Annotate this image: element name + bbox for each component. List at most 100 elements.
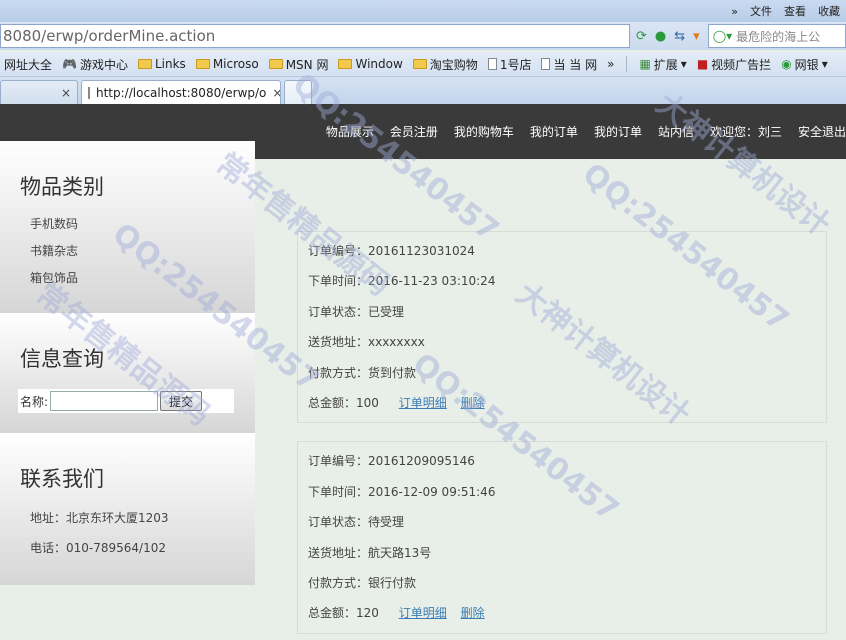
new-tab-button[interactable] bbox=[284, 80, 312, 104]
order-payment: 付款方式：货到付款 bbox=[308, 365, 417, 380]
favorite-label: 网址大全 bbox=[4, 57, 53, 72]
tab-previous[interactable]: × bbox=[0, 80, 78, 104]
divider bbox=[626, 56, 628, 72]
category-title: 物品类别 bbox=[20, 175, 104, 199]
contact-title: 联系我们 bbox=[20, 467, 104, 491]
favorite-item[interactable]: MSN 网 bbox=[268, 56, 329, 73]
menu-view[interactable]: 查看 bbox=[784, 3, 806, 19]
order-time: 下单时间：2016-11-23 03:10:24 bbox=[308, 274, 496, 289]
nav-cart[interactable]: 我的购物车 bbox=[454, 123, 514, 140]
address-input[interactable]: 8080/erwp/orderMine.action bbox=[0, 24, 630, 48]
folder-icon bbox=[137, 59, 152, 69]
order-payment: 付款方式：银行付款 bbox=[308, 575, 417, 590]
favorite-label: Microso bbox=[212, 57, 259, 71]
order-total-row: 总金额：120 订单明细 删除 bbox=[308, 598, 816, 628]
category-item[interactable]: 手机数码 bbox=[0, 211, 255, 238]
query-form: 名称: 提交 bbox=[18, 389, 234, 413]
back-forward-icon[interactable]: ⇆ bbox=[674, 29, 685, 44]
nav-welcome: 欢迎您：刘三 bbox=[709, 125, 782, 139]
contact-address: 地址：北京东环大厦1203 bbox=[30, 511, 169, 525]
bank-button[interactable]: ◉ 网银 ▾ bbox=[781, 56, 828, 73]
toolbar-label: 视频广告拦 bbox=[711, 57, 772, 72]
nav-logout[interactable]: 安全退出 bbox=[798, 123, 846, 140]
query-label: 名称: bbox=[20, 394, 49, 409]
video-icon: ■ bbox=[696, 57, 709, 71]
nav-my-orders-2[interactable]: 我的订单 bbox=[594, 123, 642, 140]
favorites-more-icon[interactable]: » bbox=[607, 57, 614, 71]
favorite-item[interactable]: 淘宝购物 bbox=[412, 56, 478, 73]
browser-menubar: » 文件 查看 收藏 bbox=[0, 0, 846, 22]
favorite-label: Window bbox=[355, 57, 403, 71]
favorite-item[interactable]: 网址大全 bbox=[4, 56, 52, 73]
refresh-icon[interactable]: ⟳ bbox=[636, 29, 647, 44]
tab-strip: × http://localhost:8080/erwp/o × bbox=[0, 77, 846, 104]
order-list: 订单编号：20161123031024 下单时间：2016-11-23 03:1… bbox=[297, 231, 827, 640]
favorite-label: 游戏中心 bbox=[79, 57, 128, 72]
menu-favorites[interactable]: 收藏 bbox=[818, 3, 840, 19]
category-item[interactable]: 箱包饰品 bbox=[0, 265, 255, 292]
page-icon bbox=[88, 86, 90, 99]
folder-icon bbox=[412, 59, 427, 69]
category-item[interactable]: 书籍杂志 bbox=[0, 238, 255, 265]
favorite-item[interactable]: 当 当 网 bbox=[541, 56, 597, 73]
order-status: 订单状态：已受理 bbox=[308, 304, 405, 319]
favorite-item[interactable]: Links bbox=[137, 57, 186, 71]
extensions-button[interactable]: ▦ 扩展 ▾ bbox=[639, 56, 686, 73]
favorite-label: 1号店 bbox=[499, 57, 532, 72]
folder-icon bbox=[195, 59, 210, 69]
gamepad-icon: 🎮 bbox=[62, 57, 77, 71]
order-detail-link[interactable]: 订单明细 bbox=[399, 606, 447, 620]
contact-panel: 联系我们 地址：北京东环大厦1203 电话：010-789564/102 bbox=[0, 433, 255, 585]
order-total-row: 总金额：100 订单明细 删除 bbox=[308, 388, 816, 418]
favorite-label: MSN 网 bbox=[285, 57, 329, 72]
search-text: 最危险的海上公 bbox=[736, 29, 821, 44]
favorite-item[interactable]: Window bbox=[338, 57, 403, 71]
query-title: 信息查询 bbox=[20, 347, 104, 371]
query-submit-button[interactable]: 提交 bbox=[160, 391, 203, 411]
order-detail-link[interactable]: 订单明细 bbox=[399, 396, 447, 410]
favorites-bar: 网址大全 🎮 游戏中心 Links Microso MSN 网 Window 淘宝… bbox=[0, 52, 846, 77]
order-total: 总金额：120 bbox=[308, 606, 379, 621]
order-card: 订单编号：20161209095146 下单时间：2016-12-09 09:5… bbox=[297, 441, 827, 634]
nav-register[interactable]: 会员注册 bbox=[390, 123, 438, 140]
order-card: 订单编号：20161123031024 下单时间：2016-11-23 03:1… bbox=[297, 231, 827, 424]
order-address: 送货地址：航天路13号 bbox=[308, 545, 432, 560]
security-icon[interactable]: ● bbox=[655, 29, 666, 44]
folder-icon bbox=[338, 59, 353, 69]
query-name-input[interactable] bbox=[50, 391, 159, 411]
close-icon[interactable]: × bbox=[272, 86, 280, 100]
favorite-label: 淘宝购物 bbox=[429, 57, 478, 72]
menubar-more-icon[interactable]: » bbox=[731, 5, 738, 18]
toolbar-label: 扩展 bbox=[653, 57, 678, 72]
order-number: 订单编号：20161209095146 bbox=[308, 454, 475, 469]
category-panel: 物品类别 手机数码 书籍杂志 箱包饰品 bbox=[0, 141, 255, 313]
favorite-item[interactable]: 🎮 游戏中心 bbox=[62, 56, 128, 73]
tab-current[interactable]: http://localhost:8080/erwp/o × bbox=[81, 80, 281, 104]
contact-phone: 电话：010-789564/102 bbox=[30, 541, 166, 555]
menu-file[interactable]: 文件 bbox=[750, 3, 772, 19]
order-status: 订单状态：待受理 bbox=[308, 515, 405, 530]
order-number: 订单编号：20161123031024 bbox=[308, 244, 475, 258]
order-delete-link[interactable]: 删除 bbox=[461, 396, 485, 410]
search-input[interactable]: ◯▾ 最危险的海上公 bbox=[707, 24, 846, 48]
close-icon[interactable]: × bbox=[61, 86, 71, 100]
sidebar: 物品类别 手机数码 书籍杂志 箱包饰品 信息查询 名称: 提交 联系我们 地址：… bbox=[0, 141, 255, 585]
favorite-label: 当 当 网 bbox=[553, 57, 598, 72]
order-total: 总金额：100 bbox=[308, 395, 379, 410]
nav-goods[interactable]: 物品展示 bbox=[326, 123, 374, 140]
toolbar-label: 网银 bbox=[794, 57, 819, 72]
favorite-label: Links bbox=[154, 57, 186, 71]
tab-title: http://localhost:8080/erwp/o bbox=[96, 85, 267, 100]
favorite-item[interactable]: Microso bbox=[195, 57, 259, 71]
nav-messages[interactable]: 站内信 bbox=[658, 123, 694, 140]
favorite-item[interactable]: 1号店 bbox=[487, 56, 532, 73]
order-delete-link[interactable]: 删除 bbox=[461, 606, 485, 620]
adblock-button[interactable]: ■ 视频广告拦 bbox=[697, 56, 771, 73]
order-time: 下单时间：2016-12-09 09:51:46 bbox=[308, 484, 496, 499]
coin-icon: ◉ bbox=[781, 57, 792, 71]
nav-my-orders[interactable]: 我的订单 bbox=[530, 123, 578, 140]
search-engine-icon[interactable]: ◯▾ bbox=[713, 29, 732, 43]
folder-icon bbox=[268, 59, 283, 69]
page-icon bbox=[487, 58, 497, 70]
dropdown-icon[interactable]: ▾ bbox=[693, 29, 700, 44]
